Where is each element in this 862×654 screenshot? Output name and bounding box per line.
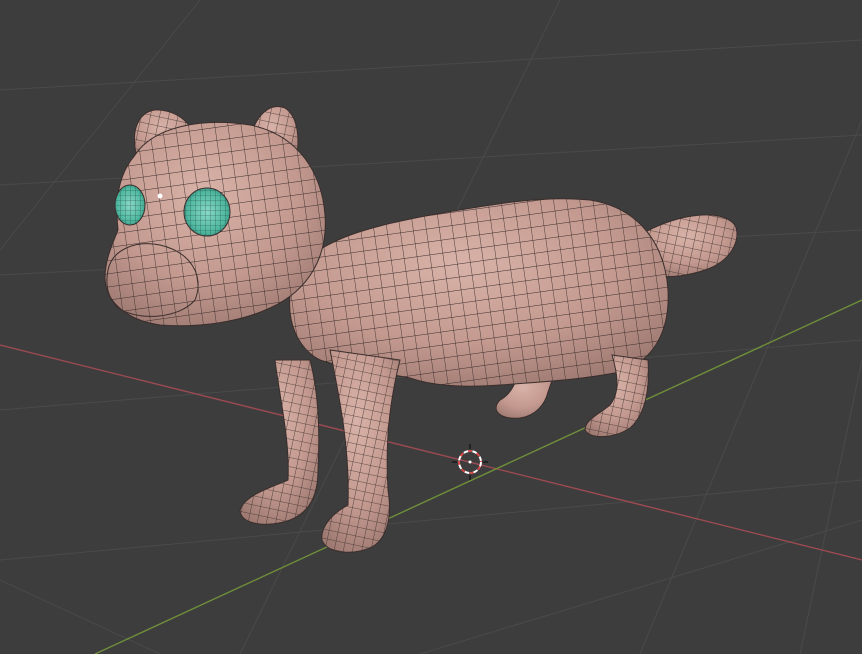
cat-right-eye: [183, 187, 231, 237]
origin-dot: [157, 193, 163, 199]
cat-left-eye: [114, 184, 146, 226]
3d-viewport[interactable]: [0, 0, 862, 654]
cat-mesh-object[interactable]: [104, 106, 738, 553]
